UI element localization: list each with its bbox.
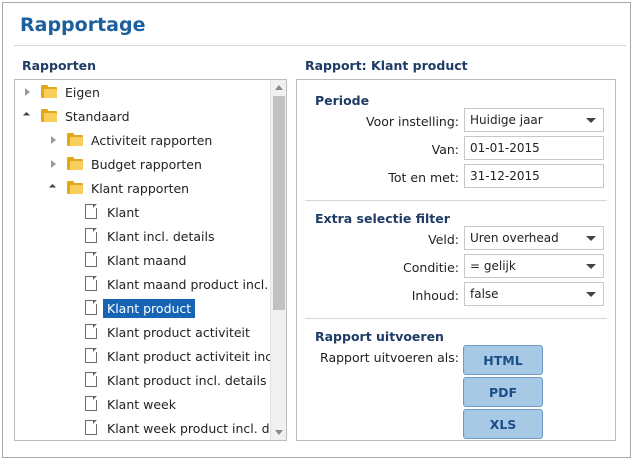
collapsed-arrow-icon[interactable] xyxy=(51,136,56,144)
filter-divider xyxy=(305,318,607,319)
tree-label: Eigen xyxy=(65,84,100,100)
tree-folder[interactable]: Klant rapporten xyxy=(15,177,270,199)
filter-heading: Extra selectie filter xyxy=(315,211,450,226)
run-as-label: Rapport uitvoeren als: xyxy=(320,350,459,365)
periode-divider xyxy=(305,200,607,201)
tree-item[interactable]: Klant week product incl. deta xyxy=(15,417,286,439)
tree-label: Klant incl. details xyxy=(107,228,215,244)
content-label: Inhoud: xyxy=(411,288,459,303)
report-settings-panel: Periode Voor instelling: Huidige jaar Va… xyxy=(296,79,616,441)
document-icon xyxy=(85,420,97,435)
to-date-value: 31-12-2015 xyxy=(470,169,540,183)
run-heading: Rapport uitvoeren xyxy=(315,329,444,344)
tree-label: Klant product activiteit xyxy=(107,324,250,340)
content-select[interactable]: false xyxy=(464,282,604,306)
tree-item[interactable]: Klant maand product incl. de xyxy=(15,273,286,295)
folder-icon xyxy=(67,157,83,170)
condition-select[interactable]: = gelijk xyxy=(464,254,604,278)
tree-folder[interactable]: Eigen xyxy=(15,81,270,103)
tree-item[interactable]: Klant product activiteit incl. d xyxy=(15,345,286,367)
preset-label: Voor instelling: xyxy=(366,114,459,129)
document-icon xyxy=(85,276,97,291)
to-date-input[interactable]: 31-12-2015 xyxy=(464,164,604,188)
field-value: Uren overhead xyxy=(470,231,559,245)
tree-scrollbar[interactable] xyxy=(270,80,286,440)
field-label: Veld: xyxy=(428,232,459,247)
from-label: Van: xyxy=(431,142,459,157)
tree-label: Klant product xyxy=(103,298,196,318)
folder-icon xyxy=(41,109,57,122)
expanded-arrow-icon[interactable] xyxy=(22,111,31,120)
run-pdf-button[interactable]: PDF xyxy=(463,377,543,407)
document-icon xyxy=(85,396,97,411)
scroll-thumb[interactable] xyxy=(273,96,285,310)
expanded-arrow-icon[interactable] xyxy=(48,183,57,192)
chevron-down-icon xyxy=(586,118,596,123)
condition-value: = gelijk xyxy=(470,259,516,273)
scroll-down-icon[interactable] xyxy=(275,430,283,435)
tree-label: Klant product incl. details xyxy=(107,372,267,388)
title-divider xyxy=(14,45,626,46)
chevron-down-icon xyxy=(586,292,596,297)
content-value: false xyxy=(470,287,499,301)
document-icon xyxy=(85,324,97,339)
chevron-down-icon xyxy=(586,264,596,269)
tree-item[interactable]: Klant xyxy=(15,201,270,223)
tree-label: Klant week product incl. deta xyxy=(107,420,287,436)
tree-label: Klant xyxy=(107,204,140,220)
report-tree[interactable]: Eigen Standaard Activiteit rapporten Budget… xyxy=(14,79,287,441)
document-icon xyxy=(85,228,97,243)
tree-item[interactable]: Klant product xyxy=(15,297,270,319)
tree-label: Klant maand product incl. de xyxy=(107,276,287,292)
folder-icon xyxy=(41,85,57,98)
document-icon xyxy=(85,348,97,363)
tree-label: Klant product activiteit incl. d xyxy=(107,348,287,364)
folder-icon xyxy=(67,181,83,194)
field-select[interactable]: Uren overhead xyxy=(464,226,604,250)
folder-icon xyxy=(67,133,83,146)
tree-folder[interactable]: Budget rapporten xyxy=(15,153,270,175)
tree-label: Klant rapporten xyxy=(91,180,190,196)
run-xls-button[interactable]: XLS xyxy=(463,409,543,439)
run-html-button[interactable]: HTML xyxy=(463,345,543,375)
tree-folder[interactable]: Standaard xyxy=(15,105,270,127)
collapsed-arrow-icon[interactable] xyxy=(25,88,30,96)
document-icon xyxy=(85,372,97,387)
tree-folder[interactable]: Activiteit rapporten xyxy=(15,129,270,151)
tree-label: Standaard xyxy=(65,108,130,124)
report-detail-heading: Rapport: Klant product xyxy=(305,58,468,73)
tree-label: Klant maand xyxy=(107,252,187,268)
tree-label: Budget rapporten xyxy=(91,156,202,172)
reports-heading: Rapporten xyxy=(22,58,97,73)
from-date-value: 01-01-2015 xyxy=(470,141,540,155)
tree-item[interactable]: Klant week xyxy=(15,393,270,415)
tree-item[interactable]: Klant product incl. details xyxy=(15,369,270,391)
to-label: Tot en met: xyxy=(388,170,459,185)
preset-select[interactable]: Huidige jaar xyxy=(464,108,604,132)
tree-label: Activiteit rapporten xyxy=(91,132,213,148)
document-icon xyxy=(85,252,97,267)
tree-item[interactable]: Klant maand xyxy=(15,249,270,271)
tree-item[interactable]: Klant product activiteit xyxy=(15,321,270,343)
preset-value: Huidige jaar xyxy=(470,113,543,127)
tree-label: Klant week xyxy=(107,396,176,412)
periode-heading: Periode xyxy=(315,93,370,108)
tree-item[interactable]: Klant incl. details xyxy=(15,225,270,247)
from-date-input[interactable]: 01-01-2015 xyxy=(464,136,604,160)
page-title: Rapportage xyxy=(20,14,146,36)
collapsed-arrow-icon[interactable] xyxy=(51,160,56,168)
condition-label: Conditie: xyxy=(403,260,459,275)
document-icon xyxy=(85,300,97,315)
scroll-up-icon[interactable] xyxy=(275,85,283,90)
document-icon xyxy=(85,204,97,219)
chevron-down-icon xyxy=(586,236,596,241)
